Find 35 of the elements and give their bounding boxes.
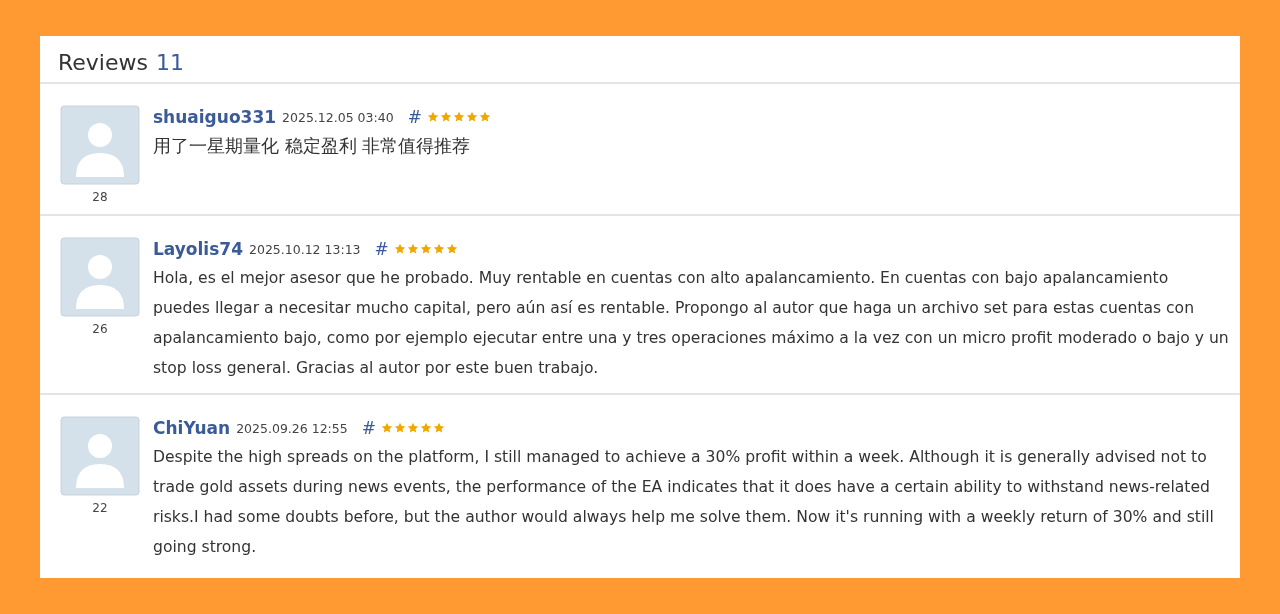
review-text: Despite the high spreads on the platform, I still managed to achieve a 30% profit within a week. Although it is generally advised not to trade gold assets during news events, the performance of the EA indicates that it does have a certain ability to withstand news-related risks.I had some doubts before, but the author would always help me solve them. Now it's running with a weekly return of 30% and still going strong. bbox=[153, 447, 1215, 558]
star-icon bbox=[452, 111, 465, 123]
rating-count: 26 bbox=[92, 322, 108, 336]
star-icon bbox=[393, 243, 406, 255]
star-icon bbox=[433, 422, 445, 434]
author-link[interactable]: ChiYuan bbox=[153, 418, 231, 438]
star-icon bbox=[426, 111, 439, 123]
author-link[interactable]: shuaiguo331 bbox=[153, 107, 277, 127]
star-icon bbox=[478, 111, 491, 123]
avatar-icon bbox=[60, 416, 140, 496]
star-icon bbox=[394, 422, 406, 434]
star-icon bbox=[419, 243, 432, 255]
author-link[interactable]: Layolis74 bbox=[153, 239, 243, 259]
star-icon bbox=[465, 111, 478, 123]
review-date: 2025.10.12 13:13 bbox=[249, 241, 361, 257]
review-count: 11 bbox=[155, 49, 184, 75]
star-icon bbox=[445, 243, 458, 255]
review-text: 用了一星期量化 稳定盈利 非常值得推荐 bbox=[153, 134, 472, 158]
avatar-icon bbox=[60, 105, 140, 185]
star-icon bbox=[432, 243, 445, 255]
review-date: 2025.12.05 03:40 bbox=[282, 109, 394, 125]
star-icon bbox=[381, 422, 393, 434]
rating-count: 28 bbox=[92, 190, 108, 204]
section-title: Reviews bbox=[58, 49, 148, 75]
permalink[interactable]: # bbox=[361, 418, 376, 438]
permalink[interactable]: # bbox=[374, 239, 389, 259]
permalink[interactable]: # bbox=[407, 107, 422, 127]
rating-count: 22 bbox=[92, 501, 108, 515]
star-icon bbox=[439, 111, 452, 123]
review-text: Hola, es el mejor asesor que he probado. Muy rentable en cuentas con alto apalancamiento. En cuentas con bajo apalancamiento puedes llegar a necesitar mucho capital, pero aún así es rentable. Propongo al autor que haga un archivo set para estas cuentas con apalancamiento bajo, como por ejemplo ejecutar entre una y tres operaciones máximo a la vez con un micro profit moderado o bajo y un stop loss general. Gracias al autor por este buen trabajo. bbox=[153, 268, 1230, 379]
star-icon bbox=[407, 422, 419, 434]
avatar-icon bbox=[60, 237, 140, 317]
review-date: 2025.09.26 12:55 bbox=[236, 420, 348, 436]
star-icon bbox=[420, 422, 432, 434]
star-icon bbox=[406, 243, 419, 255]
